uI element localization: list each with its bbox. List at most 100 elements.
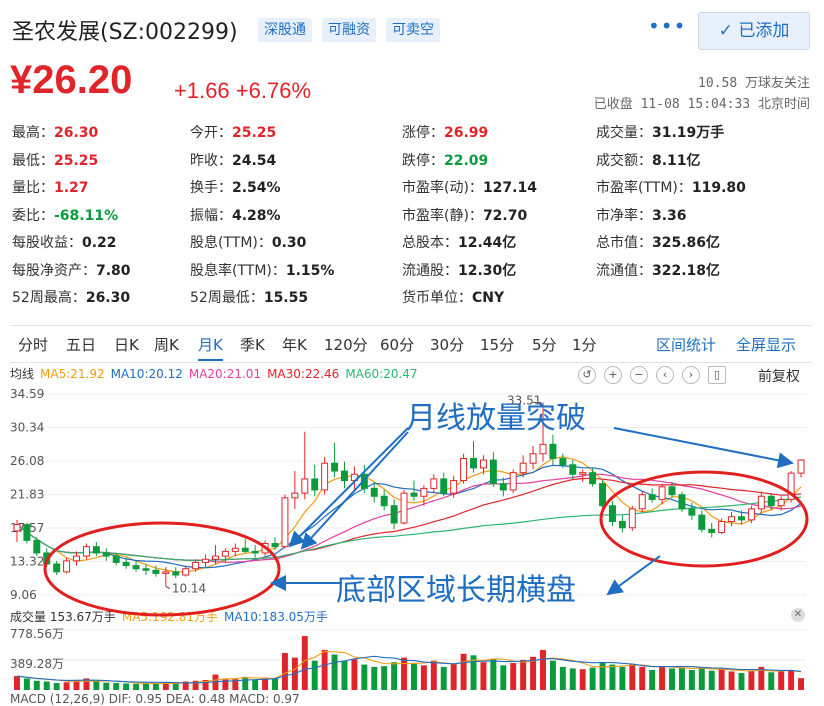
tag-margin[interactable]: 可融资 — [322, 18, 376, 42]
volume-bar — [23, 678, 30, 690]
candle-body — [569, 464, 577, 475]
quote-value: 2.54% — [232, 180, 281, 196]
candle-body — [162, 571, 170, 574]
quote-value: 24.54 — [232, 152, 277, 169]
low-price-label: 10.14 — [172, 581, 206, 595]
candle-body — [192, 561, 200, 570]
annotation-arrow — [613, 427, 794, 469]
candle-body — [728, 516, 736, 522]
candle-body — [509, 472, 517, 491]
tab-period[interactable]: 60分 — [380, 334, 414, 355]
quote-key: 市盈率(TTM)： — [596, 180, 692, 196]
tab-period[interactable]: 30分 — [430, 334, 464, 355]
candle-body — [271, 543, 279, 548]
price-axis-label: 9.06 — [10, 588, 37, 602]
quote-value: 26.30 — [85, 290, 131, 306]
fullscreen-button[interactable]: 全屏显示 — [736, 334, 796, 355]
candle-body — [231, 547, 239, 552]
candle-body — [738, 516, 745, 521]
quote-item: 每股净资产：7.80 — [12, 260, 131, 280]
quote-item: 成交量：31.19万手 — [596, 122, 724, 142]
quote-item: 昨收：24.54 — [190, 150, 276, 170]
volume-bar — [788, 669, 795, 690]
volume-bar — [113, 683, 120, 690]
tab-period[interactable]: 分时 — [18, 334, 48, 355]
quote-value: 1.15% — [285, 262, 335, 279]
candle-body — [390, 505, 398, 524]
volume-bar — [778, 671, 785, 690]
candle-body — [648, 494, 656, 500]
quote-key: 市盈率(静)： — [402, 207, 483, 224]
volume-bar — [311, 660, 318, 690]
quote-key: 货币单位： — [402, 290, 472, 306]
candle-body — [559, 457, 567, 466]
tab-period[interactable]: 周K — [154, 334, 179, 355]
candle-body — [757, 495, 765, 510]
volume-bar — [420, 665, 427, 690]
volume-bar — [143, 683, 149, 690]
candle-body — [112, 555, 120, 563]
quote-item: 跌停：22.09 — [402, 150, 488, 170]
volume-bar — [361, 664, 368, 690]
quote-value: 7.80 — [96, 262, 131, 279]
kline-chart[interactable]: 34.5930.3426.0821.8317.5713.329.0633.511… — [0, 363, 824, 701]
volume-bar — [401, 657, 408, 690]
quote-key: 成交量： — [596, 125, 652, 141]
ma20-line — [16, 473, 802, 563]
volume-bar — [569, 668, 576, 690]
volume-bar — [331, 654, 338, 690]
tab-period[interactable]: 月K — [198, 334, 223, 361]
candle-body — [221, 550, 229, 557]
candle-body — [589, 472, 597, 485]
quote-key: 总股本： — [402, 235, 458, 251]
stock-name: 圣农发展(SZ:002299) — [12, 20, 238, 45]
candle-body — [341, 470, 348, 482]
tab-period[interactable]: 季K — [240, 334, 265, 355]
quote-value: 1.27 — [54, 180, 89, 196]
candle-body — [767, 495, 775, 507]
tab-period[interactable]: 5分 — [532, 334, 557, 355]
tag-hk-connect[interactable]: 深股通 — [258, 18, 312, 42]
ma30-line — [16, 477, 802, 561]
candle-body — [370, 487, 378, 497]
quote-value: 26.30 — [54, 125, 99, 141]
quote-item: 股息率(TTM)：1.15% — [190, 260, 334, 280]
tab-period[interactable]: 年K — [282, 334, 307, 355]
added-label: 已添加 — [738, 21, 790, 41]
volume-bar — [738, 673, 745, 690]
volume-bar — [391, 662, 398, 690]
volume-bar — [242, 676, 249, 690]
price-axis-label: 21.83 — [10, 488, 44, 502]
candle-body — [618, 520, 626, 529]
quote-key: 委比： — [12, 207, 54, 224]
volume-bar — [520, 659, 527, 690]
quote-key: 流通股： — [402, 262, 458, 279]
volume-bar — [381, 666, 388, 690]
volume-bar — [510, 663, 517, 690]
quote-item: 每股收益：0.22 — [12, 232, 117, 252]
candle-body — [23, 524, 31, 541]
tab-period[interactable]: 日K — [114, 334, 139, 355]
volume-bar — [748, 670, 755, 690]
volume-bar — [341, 660, 348, 690]
more-icon[interactable]: ••• — [648, 14, 686, 38]
tab-period[interactable]: 120分 — [324, 334, 368, 355]
tab-period[interactable]: 五日 — [66, 334, 96, 355]
tag-short-sell[interactable]: 可卖空 — [386, 18, 440, 42]
volume-bar — [549, 660, 556, 690]
volume-bar — [639, 666, 646, 690]
volume-bar — [440, 666, 447, 690]
volume-bar — [698, 668, 705, 690]
tab-period[interactable]: 1分 — [572, 334, 597, 355]
candle-body — [53, 563, 61, 573]
candle-body — [63, 560, 71, 573]
quote-item: 市盈率(静)：72.70 — [402, 205, 527, 225]
quote-key: 52周最高： — [12, 290, 86, 306]
range-stats-button[interactable]: 区间统计 — [656, 334, 716, 355]
added-watchlist-button[interactable]: ✓ 已添加 — [698, 12, 810, 50]
quote-value: 8.11亿 — [652, 152, 701, 169]
candle-body — [698, 514, 706, 530]
tab-period[interactable]: 15分 — [480, 334, 514, 355]
candle-body — [301, 478, 309, 494]
quote-value: 12.30亿 — [458, 262, 517, 279]
